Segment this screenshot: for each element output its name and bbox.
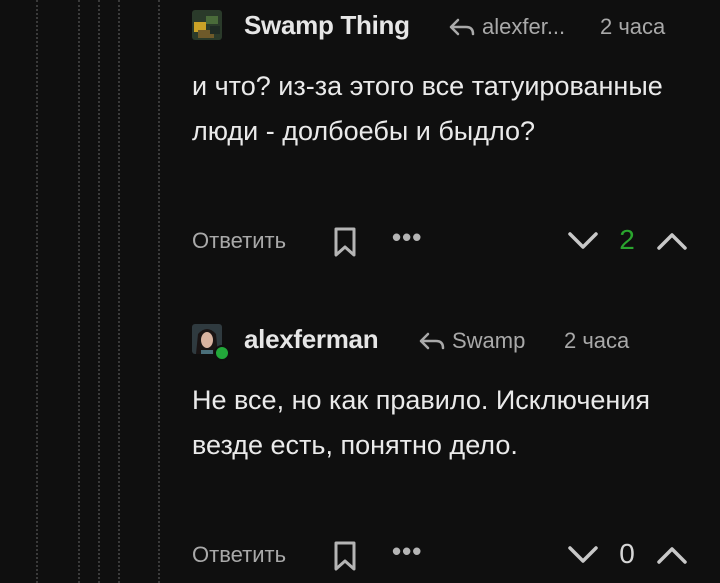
more-dots-icon[interactable]: ••• [392, 536, 422, 567]
author-name[interactable]: Swamp Thing [244, 10, 410, 41]
more-dots-icon[interactable]: ••• [392, 222, 422, 253]
comment-text: Не все, но как правило. Исключения везде… [192, 385, 651, 460]
thread-line [158, 0, 160, 583]
score: 0 [619, 538, 635, 569]
comment-header: alexferman Swamp 2 часа [192, 314, 720, 364]
reply-to-name: Swamp [452, 328, 526, 353]
bookmark-icon[interactable] [331, 226, 359, 258]
reply-button[interactable]: Ответить [192, 542, 286, 568]
comment: Swamp Thing alexfer... 2 часа и что? из-… [192, 0, 720, 257]
avatar[interactable] [192, 10, 222, 40]
score: 2 [619, 224, 635, 255]
reply-to-link[interactable]: Swamp [418, 328, 525, 354]
bookmark-icon[interactable] [331, 540, 359, 572]
reply-to-link[interactable]: alexfer... [448, 14, 565, 40]
timestamp: 2 часа [600, 14, 666, 39]
comment: alexferman Swamp 2 часа Не все, но как п… [192, 314, 720, 571]
timestamp: 2 часа [564, 328, 630, 353]
chevron-up-icon[interactable] [655, 228, 689, 254]
reply-arrow-icon [419, 332, 445, 350]
chevron-down-icon[interactable] [566, 228, 600, 254]
comment-actions: Ответить ••• 2 [192, 222, 720, 262]
comment-text: и что? из-за этого все татуированные люд… [192, 71, 663, 146]
chevron-up-icon[interactable] [655, 542, 689, 568]
thread-line [98, 0, 100, 583]
author-name[interactable]: alexferman [244, 324, 379, 355]
thread-line [78, 0, 80, 583]
comment-header: Swamp Thing alexfer... 2 часа [192, 0, 720, 50]
reply-button[interactable]: Ответить [192, 228, 286, 254]
thread-line [118, 0, 120, 583]
comment-actions: Ответить ••• 0 [192, 536, 720, 576]
reply-arrow-icon [449, 18, 475, 36]
reply-to-name: alexfer... [482, 14, 566, 39]
online-indicator [214, 345, 230, 361]
thread-line [36, 0, 38, 583]
chevron-down-icon[interactable] [566, 542, 600, 568]
